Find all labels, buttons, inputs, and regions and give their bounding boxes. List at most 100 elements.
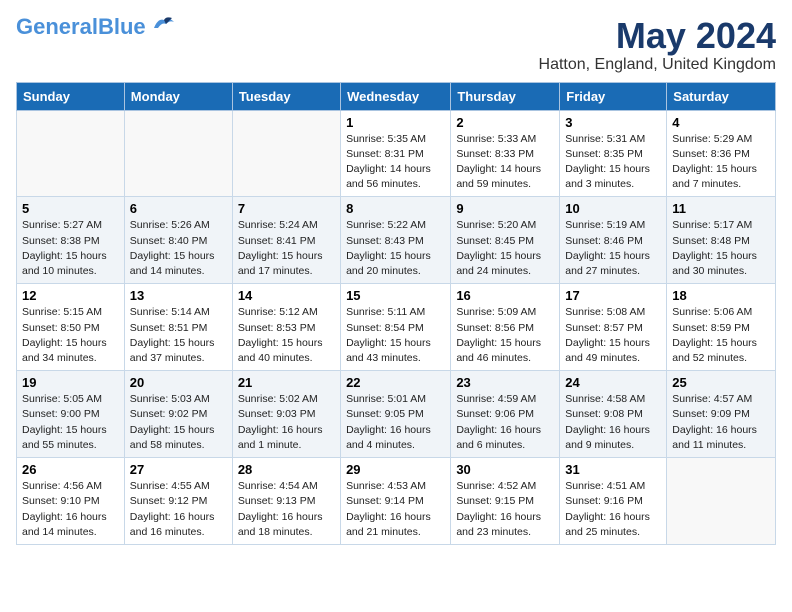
day-info: Sunrise: 4:59 AMSunset: 9:06 PMDaylight:… (456, 392, 554, 453)
day-cell: 6 Sunrise: 5:26 AMSunset: 8:40 PMDaylight… (124, 197, 232, 284)
day-number: 19 (22, 375, 119, 390)
day-cell (124, 110, 232, 197)
day-cell: 5 Sunrise: 5:27 AMSunset: 8:38 PMDaylight… (17, 197, 125, 284)
day-cell: 29 Sunrise: 4:53 AMSunset: 9:14 PMDayligh… (341, 458, 451, 545)
header-friday: Friday (560, 82, 667, 110)
day-info: Sunrise: 5:29 AMSunset: 8:36 PMDaylight:… (672, 132, 770, 193)
day-info: Sunrise: 4:51 AMSunset: 9:16 PMDaylight:… (565, 479, 661, 540)
day-info: Sunrise: 5:17 AMSunset: 8:48 PMDaylight:… (672, 218, 770, 279)
day-number: 18 (672, 288, 770, 303)
day-info: Sunrise: 5:26 AMSunset: 8:40 PMDaylight:… (130, 218, 227, 279)
day-info: Sunrise: 5:08 AMSunset: 8:57 PMDaylight:… (565, 305, 661, 366)
week-row-4: 19 Sunrise: 5:05 AMSunset: 9:00 PMDayligh… (17, 371, 776, 458)
day-number: 3 (565, 115, 661, 130)
week-row-1: 1Sunrise: 5:35 AMSunset: 8:31 PMDaylight… (17, 110, 776, 197)
day-cell: 27 Sunrise: 4:55 AMSunset: 9:12 PMDayligh… (124, 458, 232, 545)
day-info: Sunrise: 4:54 AMSunset: 9:13 PMDaylight:… (238, 479, 335, 540)
day-number: 5 (22, 201, 119, 216)
day-info: Sunrise: 5:19 AMSunset: 8:46 PMDaylight:… (565, 218, 661, 279)
day-cell: 2Sunrise: 5:33 AMSunset: 8:33 PMDaylight… (451, 110, 560, 197)
day-cell: 22 Sunrise: 5:01 AMSunset: 9:05 PMDayligh… (341, 371, 451, 458)
day-cell: 23 Sunrise: 4:59 AMSunset: 9:06 PMDayligh… (451, 371, 560, 458)
day-number: 13 (130, 288, 227, 303)
day-number: 20 (130, 375, 227, 390)
header-monday: Monday (124, 82, 232, 110)
day-info: Sunrise: 5:05 AMSunset: 9:00 PMDaylight:… (22, 392, 119, 453)
day-cell: 26 Sunrise: 4:56 AMSunset: 9:10 PMDayligh… (17, 458, 125, 545)
header-tuesday: Tuesday (232, 82, 340, 110)
day-number: 11 (672, 201, 770, 216)
day-number: 24 (565, 375, 661, 390)
day-number: 14 (238, 288, 335, 303)
day-info: Sunrise: 5:02 AMSunset: 9:03 PMDaylight:… (238, 392, 335, 453)
day-cell: 31 Sunrise: 4:51 AMSunset: 9:16 PMDayligh… (560, 458, 667, 545)
day-info: Sunrise: 5:11 AMSunset: 8:54 PMDaylight:… (346, 305, 445, 366)
calendar-header-row: SundayMondayTuesdayWednesdayThursdayFrid… (17, 82, 776, 110)
header-thursday: Thursday (451, 82, 560, 110)
logo: GeneralBlue (16, 16, 178, 38)
logo-text: GeneralBlue (16, 16, 146, 38)
header-saturday: Saturday (667, 82, 776, 110)
day-info: Sunrise: 5:33 AMSunset: 8:33 PMDaylight:… (456, 132, 554, 193)
day-cell: 13Sunrise: 5:14 AMSunset: 8:51 PMDayligh… (124, 284, 232, 371)
calendar-table: SundayMondayTuesdayWednesdayThursdayFrid… (16, 82, 776, 545)
day-number: 22 (346, 375, 445, 390)
day-cell: 8Sunrise: 5:22 AMSunset: 8:43 PMDaylight… (341, 197, 451, 284)
day-number: 23 (456, 375, 554, 390)
day-info: Sunrise: 5:22 AMSunset: 8:43 PMDaylight:… (346, 218, 445, 279)
day-info: Sunrise: 5:09 AMSunset: 8:56 PMDaylight:… (456, 305, 554, 366)
day-info: Sunrise: 5:01 AMSunset: 9:05 PMDaylight:… (346, 392, 445, 453)
logo-bird-icon (150, 14, 178, 32)
day-number: 31 (565, 462, 661, 477)
day-info: Sunrise: 5:35 AMSunset: 8:31 PMDaylight:… (346, 132, 445, 193)
day-info: Sunrise: 4:52 AMSunset: 9:15 PMDaylight:… (456, 479, 554, 540)
day-cell: 25Sunrise: 4:57 AMSunset: 9:09 PMDayligh… (667, 371, 776, 458)
header-wednesday: Wednesday (341, 82, 451, 110)
day-number: 4 (672, 115, 770, 130)
day-number: 26 (22, 462, 119, 477)
day-number: 29 (346, 462, 445, 477)
day-cell: 14 Sunrise: 5:12 AMSunset: 8:53 PMDayligh… (232, 284, 340, 371)
location: Hatton, England, United Kingdom (539, 56, 776, 74)
week-row-2: 5 Sunrise: 5:27 AMSunset: 8:38 PMDaylight… (17, 197, 776, 284)
day-info: Sunrise: 4:58 AMSunset: 9:08 PMDaylight:… (565, 392, 661, 453)
day-number: 12 (22, 288, 119, 303)
logo-general: General (16, 14, 98, 39)
day-cell: 30Sunrise: 4:52 AMSunset: 9:15 PMDayligh… (451, 458, 560, 545)
header: GeneralBlue May 2024 Hatton, England, Un… (16, 16, 776, 74)
day-number: 9 (456, 201, 554, 216)
day-info: Sunrise: 4:55 AMSunset: 9:12 PMDaylight:… (130, 479, 227, 540)
title-area: May 2024 Hatton, England, United Kingdom (539, 16, 776, 74)
day-number: 6 (130, 201, 227, 216)
day-info: Sunrise: 5:03 AMSunset: 9:02 PMDaylight:… (130, 392, 227, 453)
day-number: 15 (346, 288, 445, 303)
day-info: Sunrise: 5:27 AMSunset: 8:38 PMDaylight:… (22, 218, 119, 279)
day-cell: 15 Sunrise: 5:11 AMSunset: 8:54 PMDayligh… (341, 284, 451, 371)
day-cell: 4 Sunrise: 5:29 AMSunset: 8:36 PMDaylight… (667, 110, 776, 197)
day-cell: 10 Sunrise: 5:19 AMSunset: 8:46 PMDayligh… (560, 197, 667, 284)
day-cell (17, 110, 125, 197)
day-info: Sunrise: 5:12 AMSunset: 8:53 PMDaylight:… (238, 305, 335, 366)
day-cell: 11 Sunrise: 5:17 AMSunset: 8:48 PMDayligh… (667, 197, 776, 284)
day-info: Sunrise: 5:15 AMSunset: 8:50 PMDaylight:… (22, 305, 119, 366)
logo-blue: Blue (98, 14, 146, 39)
day-cell (232, 110, 340, 197)
day-number: 21 (238, 375, 335, 390)
day-cell (667, 458, 776, 545)
day-cell: 18Sunrise: 5:06 AMSunset: 8:59 PMDayligh… (667, 284, 776, 371)
day-number: 28 (238, 462, 335, 477)
day-number: 7 (238, 201, 335, 216)
day-number: 16 (456, 288, 554, 303)
day-cell: 28 Sunrise: 4:54 AMSunset: 9:13 PMDayligh… (232, 458, 340, 545)
day-cell: 19 Sunrise: 5:05 AMSunset: 9:00 PMDayligh… (17, 371, 125, 458)
day-number: 10 (565, 201, 661, 216)
day-info: Sunrise: 4:53 AMSunset: 9:14 PMDaylight:… (346, 479, 445, 540)
day-cell: 20 Sunrise: 5:03 AMSunset: 9:02 PMDayligh… (124, 371, 232, 458)
day-info: Sunrise: 4:56 AMSunset: 9:10 PMDaylight:… (22, 479, 119, 540)
day-cell: 1Sunrise: 5:35 AMSunset: 8:31 PMDaylight… (341, 110, 451, 197)
week-row-5: 26 Sunrise: 4:56 AMSunset: 9:10 PMDayligh… (17, 458, 776, 545)
day-cell: 3Sunrise: 5:31 AMSunset: 8:35 PMDaylight… (560, 110, 667, 197)
day-number: 27 (130, 462, 227, 477)
month-title: May 2024 (539, 16, 776, 56)
day-cell: 17Sunrise: 5:08 AMSunset: 8:57 PMDayligh… (560, 284, 667, 371)
